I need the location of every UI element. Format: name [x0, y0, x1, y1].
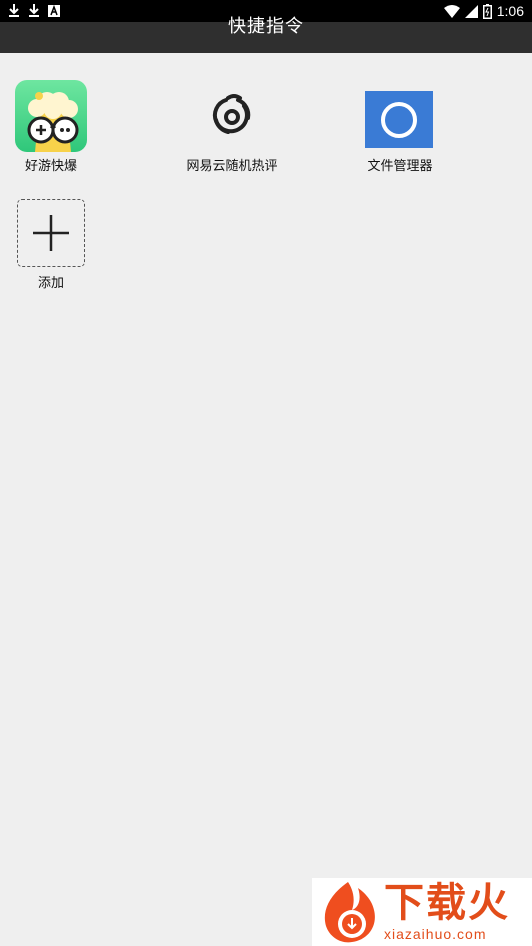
watermark-flame-logo-icon	[324, 882, 375, 943]
shortcut-file-manager[interactable]: 文件管理器	[333, 80, 467, 175]
watermark-text: 下载火	[384, 880, 510, 926]
status-bar-right-icons: 1:06	[443, 2, 524, 20]
status-bar-left-icons	[8, 3, 60, 19]
shortcut-label: 文件管理器	[367, 159, 433, 174]
shortcut-label: 好游快爆	[24, 159, 77, 174]
page-title: 快捷指令	[228, 16, 304, 37]
signal-icon	[464, 4, 478, 18]
wifi-icon	[443, 4, 460, 18]
watermark: 下载火 xiazaihuo.com	[312, 878, 532, 946]
shortcut-haoyou-kuaibao[interactable]: 好游快爆	[0, 80, 118, 175]
app-bar: 快捷指令	[0, 16, 532, 53]
battery-icon	[482, 3, 492, 19]
add-label: 添加	[37, 276, 64, 291]
shortcut-netease-random-hot-comment[interactable]: 网易云随机热评	[165, 80, 299, 175]
plus-icon	[32, 214, 69, 251]
file-manager-circle-icon	[364, 80, 436, 152]
add-shortcut-button[interactable]: 添加	[0, 197, 118, 292]
status-bar-time: 1:06	[496, 3, 524, 19]
haoyou-kuaibao-app-icon	[15, 80, 87, 152]
netease-cloud-music-icon	[196, 80, 268, 152]
add-shortcut-frame	[15, 197, 87, 269]
watermark-url: xiazaihuo.com	[384, 926, 487, 942]
download-icon	[9, 4, 19, 17]
download-icon	[29, 4, 39, 17]
add-dashed-box	[17, 199, 85, 267]
a-badge-icon	[48, 5, 60, 17]
shortcut-label: 网易云随机热评	[186, 159, 278, 174]
